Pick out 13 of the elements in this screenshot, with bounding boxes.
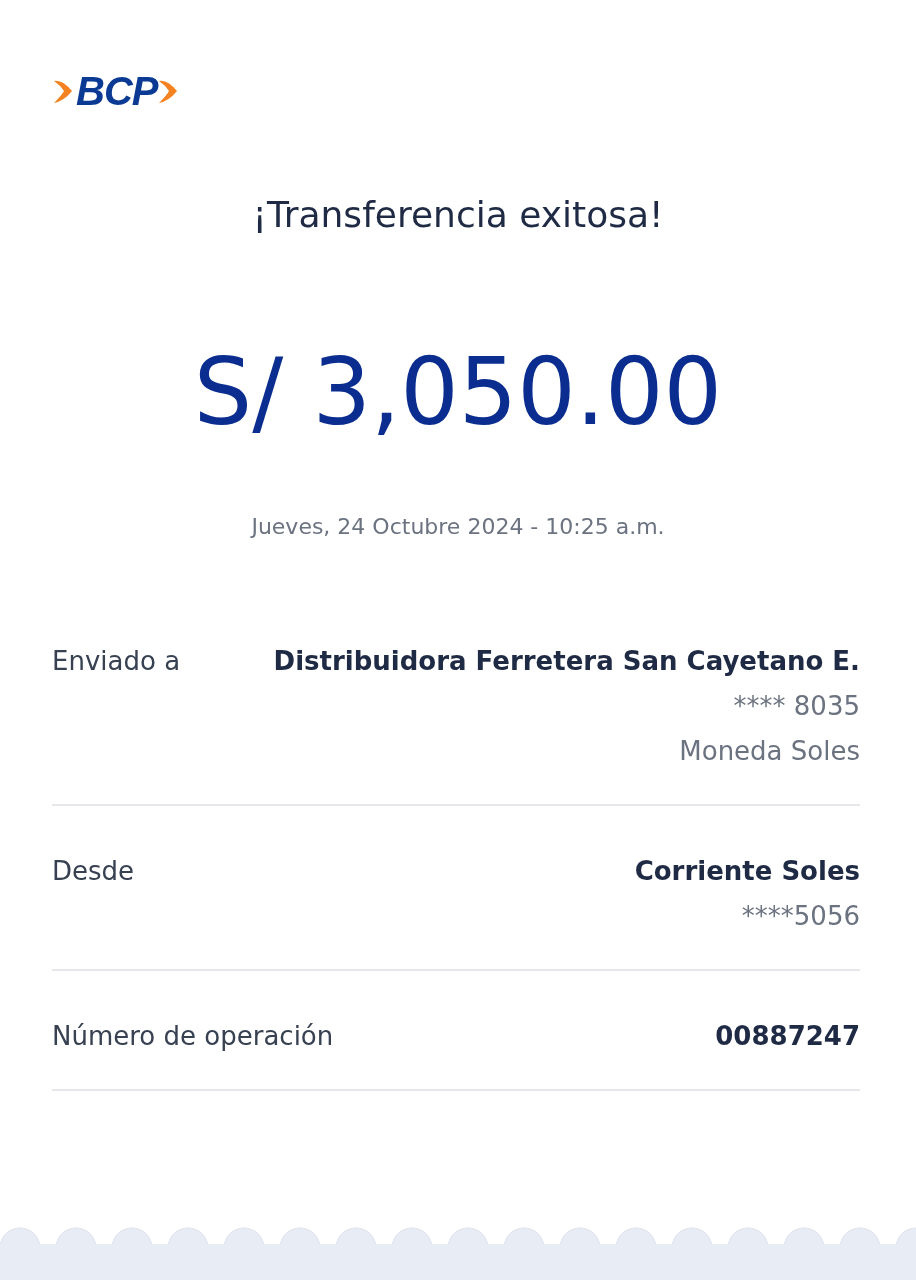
- success-title: ¡Transferencia exitosa!: [252, 193, 664, 237]
- detail-value: 00887247: [715, 1020, 860, 1053]
- detail-subvalue: ****5056: [741, 900, 860, 933]
- detail-label: Desde: [52, 855, 135, 888]
- detail-value: Distribuidora Ferretera San Cayetano E.: [273, 645, 860, 678]
- detail-subvalue: Moneda Soles: [679, 735, 860, 768]
- transfer-amount: S/ 3,050.00: [193, 338, 723, 448]
- detail-subvalue: **** 8035: [733, 690, 860, 723]
- detail-value: Corriente Soles: [634, 855, 860, 888]
- transfer-datetime: Jueves, 24 Octubre 2024 - 10:25 a.m.: [251, 513, 665, 541]
- logo-text: BCP: [76, 71, 158, 111]
- detail-label: Enviado a: [52, 645, 181, 678]
- detail-label: Número de operación: [52, 1020, 334, 1053]
